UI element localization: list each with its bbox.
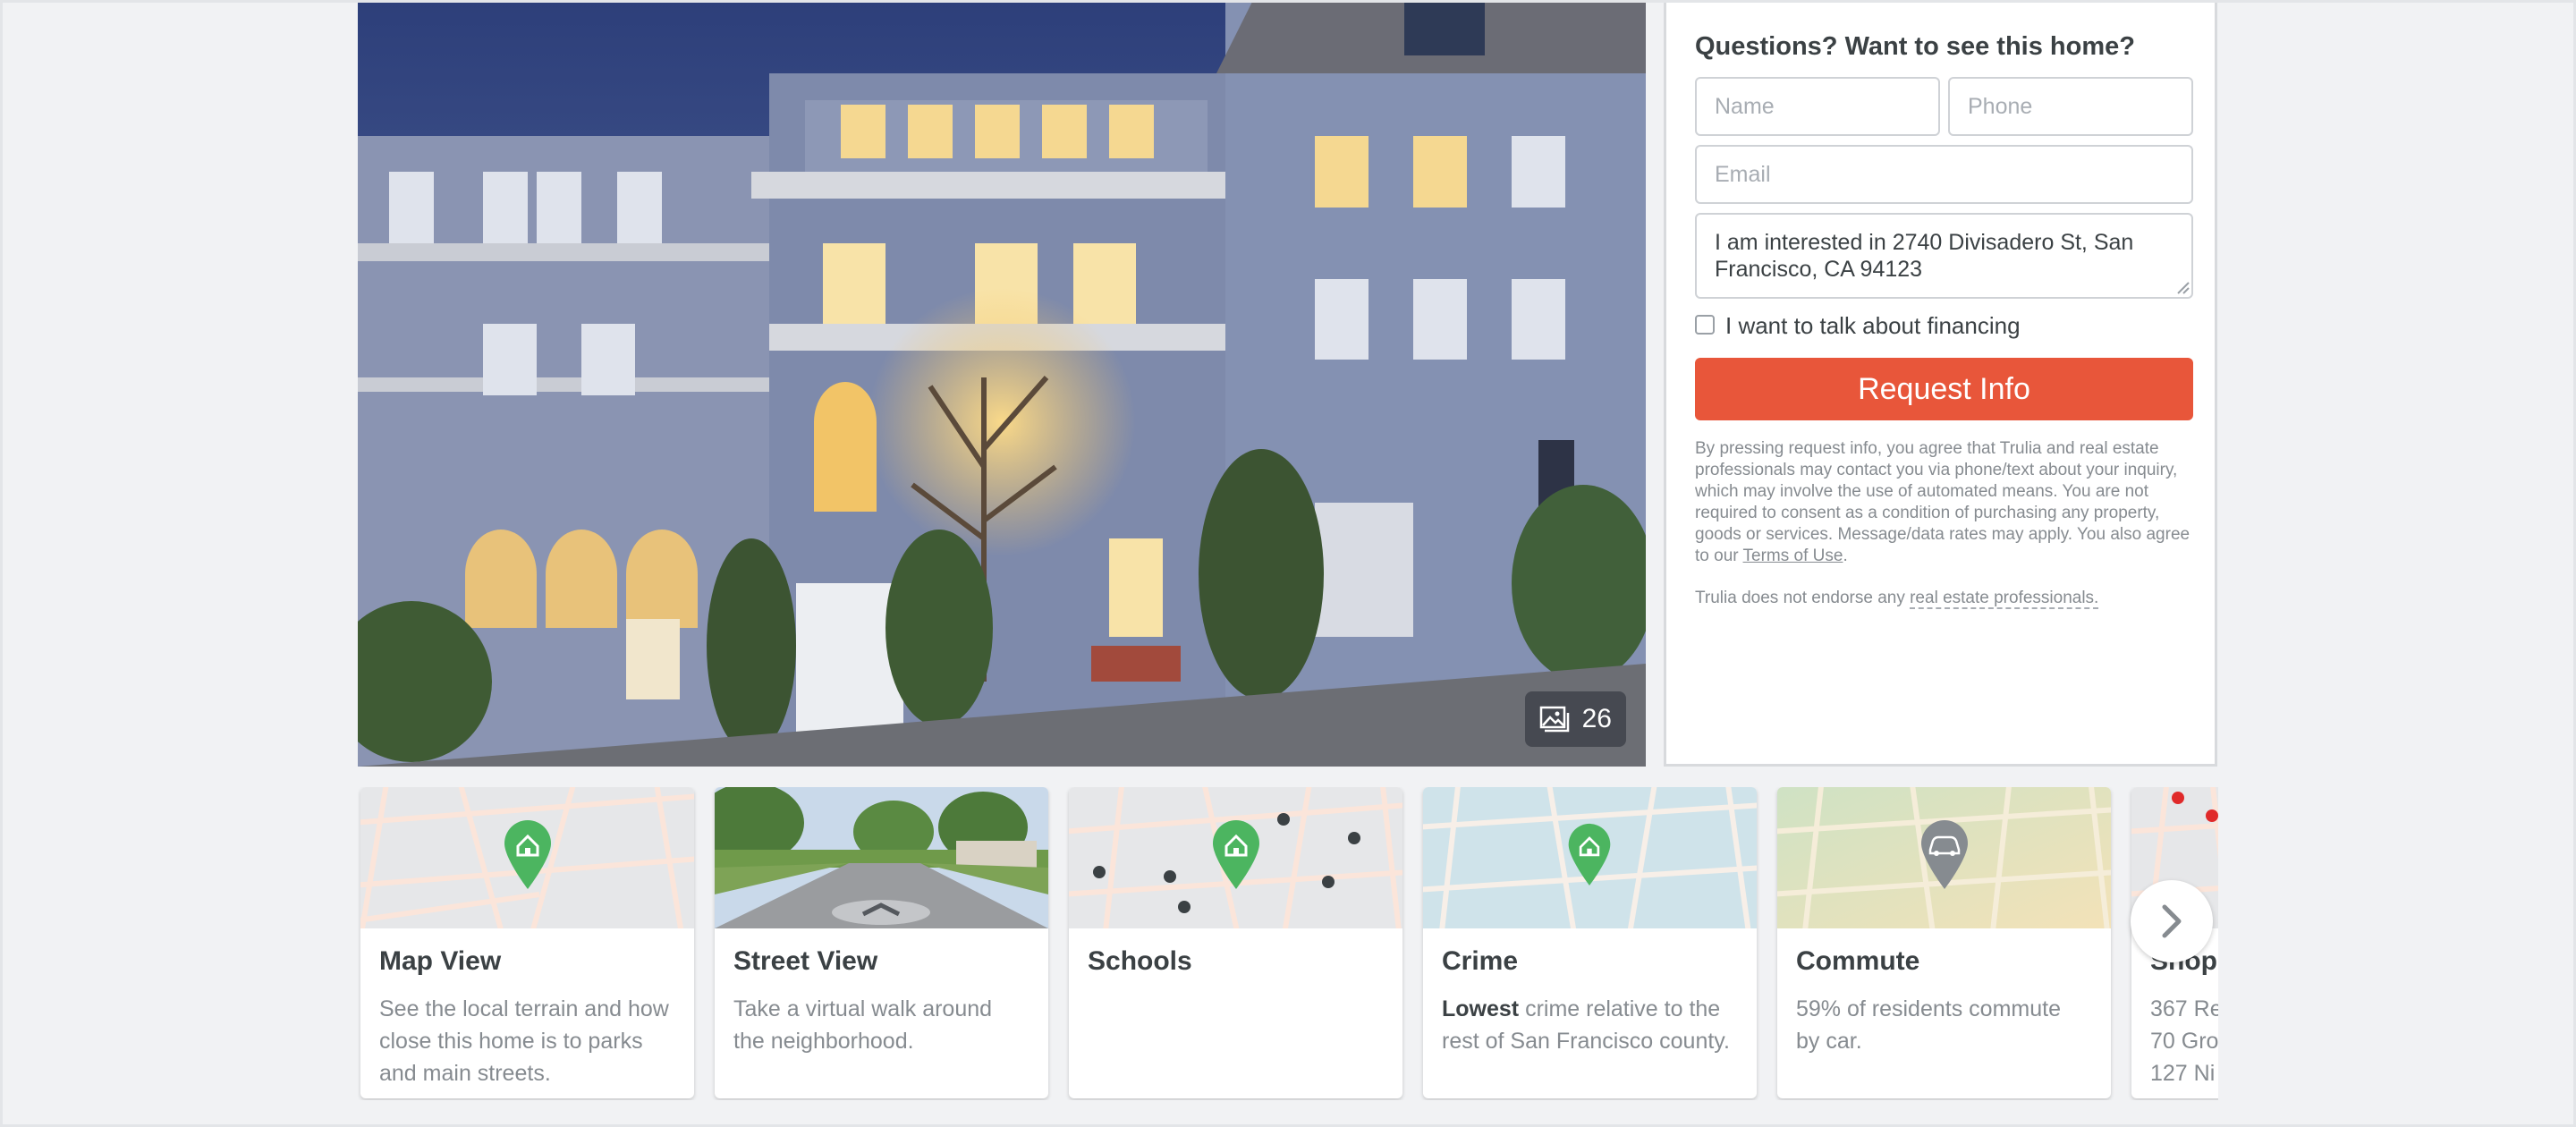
- schools-card[interactable]: Schools: [1069, 787, 1402, 1098]
- card-title: Street View: [733, 946, 878, 976]
- image-gallery-icon: [1539, 706, 1570, 733]
- financing-checkbox[interactable]: [1695, 315, 1715, 335]
- card-description: 367 Re 70 Gro 127 Ni: [2150, 996, 2218, 1086]
- card-title: Commute: [1796, 946, 1920, 976]
- home-pin-icon: [1568, 823, 1611, 886]
- endorse-text: Trulia does not endorse any: [1695, 589, 1911, 607]
- listing-photo[interactable]: 26: [358, 2, 1646, 767]
- map-view-card[interactable]: Map View See the local terrain and how c…: [360, 787, 694, 1098]
- card-description: Take a virtual walk around the neighborh…: [733, 996, 993, 1054]
- home-pin-icon: [1213, 820, 1259, 889]
- home-pin-icon: [504, 820, 551, 889]
- request-info-button[interactable]: Request Info: [1695, 358, 2193, 420]
- name-field[interactable]: [1695, 77, 1940, 136]
- endorsement-note: Trulia does not endorse any real estate …: [1695, 589, 2099, 609]
- card-title: Schools: [1088, 946, 1192, 976]
- card-description: 59% of residents commute by car.: [1796, 996, 2061, 1054]
- commute-card[interactable]: Commute 59% of residents commute by car.: [1777, 787, 2111, 1098]
- carousel-next-button[interactable]: [2131, 880, 2213, 962]
- map-view-thumbnail: [360, 787, 694, 928]
- real-estate-professionals-link[interactable]: real estate professionals.: [1910, 589, 2099, 609]
- card-description: Lowest crime relative to the rest of San…: [1442, 993, 1741, 1057]
- photo-count-badge[interactable]: 26: [1524, 691, 1626, 747]
- street-view-card[interactable]: Street View Take a virtual walk around t…: [715, 787, 1048, 1098]
- financing-label[interactable]: I want to talk about financing: [1725, 312, 2021, 340]
- card-title: Map View: [379, 946, 502, 976]
- phone-field[interactable]: [1948, 77, 2193, 136]
- form-title: Questions? Want to see this home?: [1695, 32, 2135, 61]
- message-field[interactable]: I am interested in 2740 Divisadero St, S…: [1695, 213, 2193, 299]
- disclaimer-end: .: [1843, 547, 1848, 565]
- card-description: See the local terrain and how close this…: [379, 996, 669, 1086]
- crime-card[interactable]: Crime Lowest crime relative to the rest …: [1423, 787, 1757, 1098]
- card-title: Crime: [1442, 946, 1519, 976]
- schools-thumbnail: [1069, 787, 1402, 928]
- commute-thumbnail: [1777, 787, 2111, 928]
- crime-thumbnail: [1423, 787, 1757, 928]
- resize-grip-icon[interactable]: [2173, 277, 2190, 295]
- street-view-thumbnail: [715, 787, 1048, 928]
- email-field[interactable]: [1695, 145, 2193, 204]
- car-pin-icon: [1921, 820, 1968, 889]
- local-info-carousel: Map View See the local terrain and how c…: [358, 787, 2218, 1100]
- terms-of-use-link[interactable]: Terms of Use: [1743, 547, 1843, 565]
- photo-count: 26: [1581, 704, 1612, 733]
- legal-disclaimer: By pressing request info, you agree that…: [1695, 438, 2196, 567]
- crime-level: Lowest: [1442, 996, 1520, 1021]
- house-photo-illustration: [358, 2, 1646, 767]
- lead-form: Questions? Want to see this home? I am i…: [1664, 2, 2217, 767]
- chevron-right-icon: [2162, 904, 2182, 938]
